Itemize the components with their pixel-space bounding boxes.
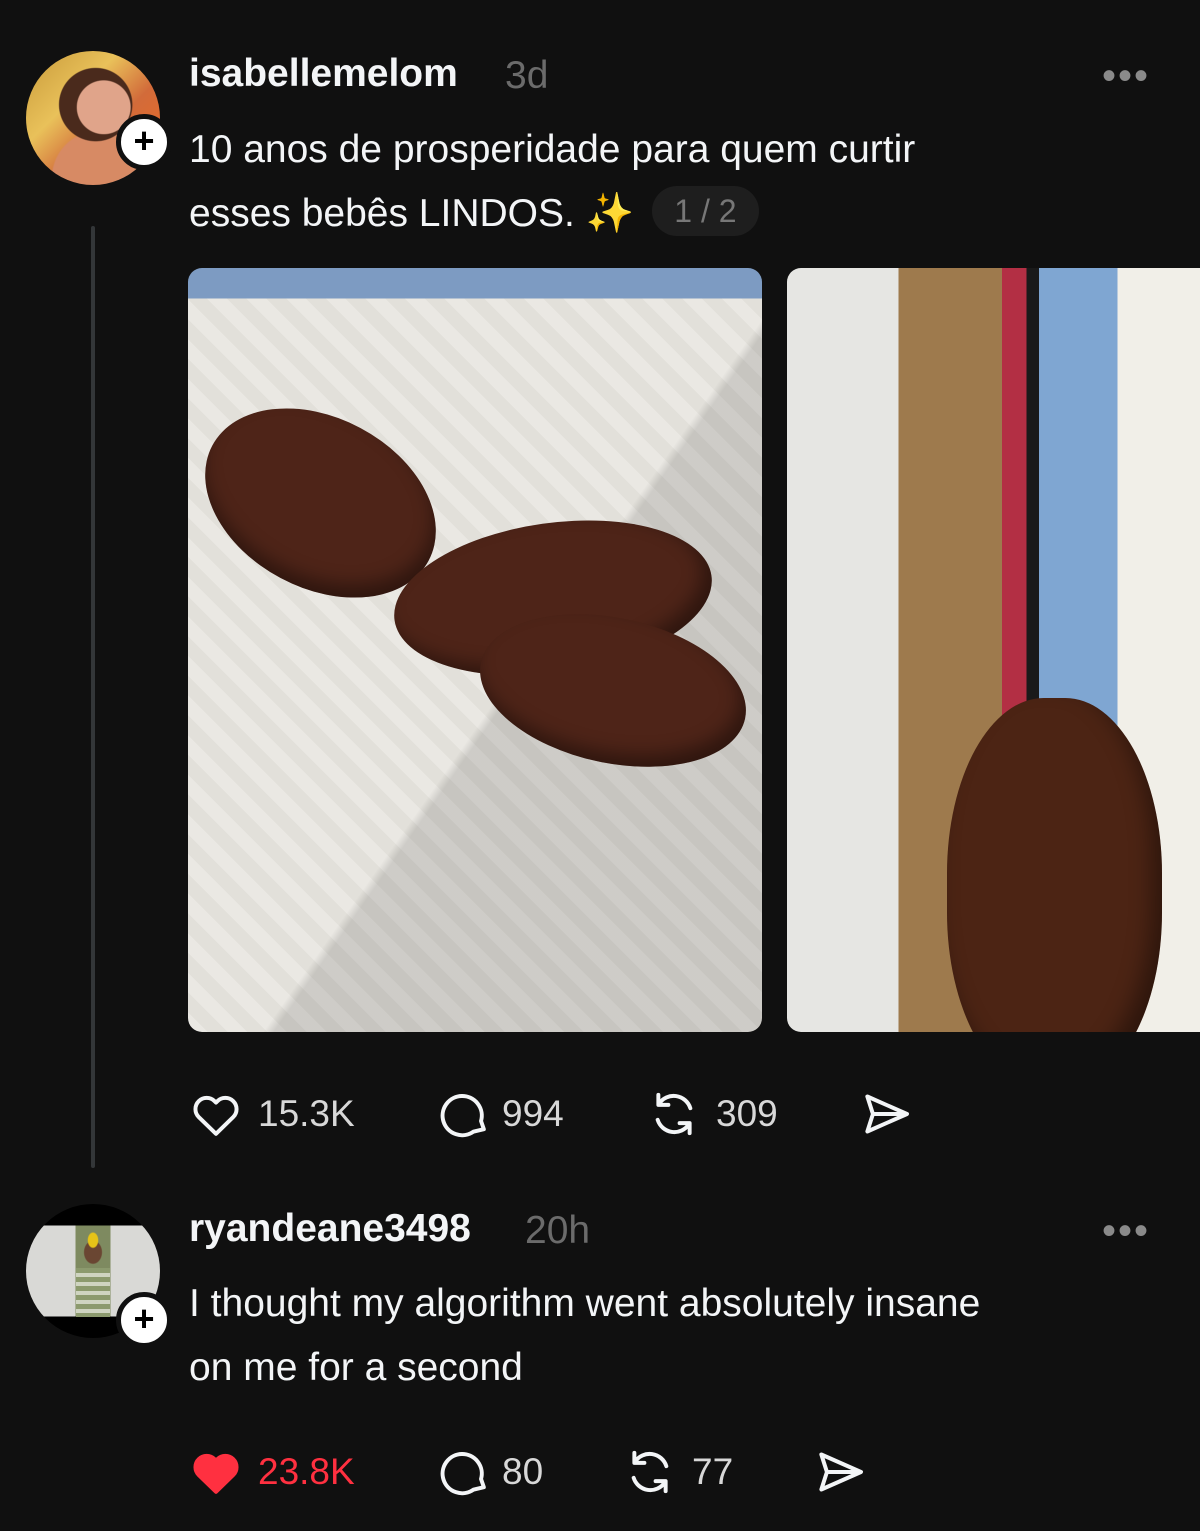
post-caption: 10 anos de prosperidade para quem curtir… — [189, 118, 915, 246]
share-icon — [865, 1094, 909, 1134]
repost-count: 309 — [716, 1093, 778, 1134]
more-options-icon[interactable]: ••• — [1102, 1209, 1150, 1254]
repost-icon — [655, 1092, 693, 1136]
caption-line-1: I thought my algorithm went absolutely i… — [189, 1282, 981, 1325]
like-count: 15.3K — [258, 1093, 355, 1134]
comment-icon — [440, 1094, 486, 1138]
like-button[interactable]: 23.8K — [188, 1442, 355, 1502]
thread-line — [91, 226, 95, 1168]
comment-button[interactable]: 80 — [436, 1442, 543, 1502]
repost-button[interactable]: 309 — [646, 1084, 778, 1144]
reply-actions: 23.8K 80 77 — [188, 1442, 1088, 1502]
comment-button[interactable]: 994 — [436, 1084, 564, 1144]
share-button[interactable] — [858, 1084, 914, 1144]
sparkles-icon: ✨ — [585, 192, 635, 235]
follow-button[interactable]: + — [116, 114, 172, 170]
username[interactable]: ryandeane3498 — [189, 1207, 471, 1251]
heart-outline-icon — [193, 1095, 239, 1136]
post-image-1[interactable] — [188, 268, 762, 1032]
share-icon — [819, 1452, 863, 1492]
post-actions: 15.3K 994 309 — [188, 1084, 1088, 1144]
more-options-icon[interactable]: ••• — [1102, 54, 1150, 99]
post-image-2[interactable] — [787, 268, 1200, 1032]
post-time: 3d — [505, 54, 549, 97]
media-pager: 1 / 2 — [652, 186, 759, 236]
comment-icon — [440, 1452, 486, 1496]
caption-line-2-text: esses bebês LINDOS. — [189, 192, 575, 235]
repost-icon — [631, 1450, 669, 1494]
caption-line-1: 10 anos de prosperidade para quem curtir — [189, 128, 916, 171]
heart-filled-icon — [193, 1453, 239, 1494]
repost-button[interactable]: 77 — [622, 1442, 733, 1502]
repost-count: 77 — [692, 1451, 734, 1492]
like-button[interactable]: 15.3K — [188, 1084, 355, 1144]
username[interactable]: isabellemelom — [189, 52, 458, 96]
like-count: 23.8K — [258, 1451, 355, 1492]
puppy — [947, 698, 1162, 1032]
comment-count: 994 — [502, 1093, 564, 1134]
reply-caption: I thought my algorithm went absolutely i… — [189, 1272, 980, 1400]
share-button[interactable] — [812, 1442, 868, 1502]
follow-button[interactable]: + — [116, 1292, 172, 1348]
comment-count: 80 — [502, 1451, 544, 1492]
caption-line-2: on me for a second — [189, 1346, 523, 1389]
post-time: 20h — [525, 1209, 591, 1252]
caption-line-2: esses bebês LINDOS. ✨ 1 / 2 — [189, 182, 915, 246]
